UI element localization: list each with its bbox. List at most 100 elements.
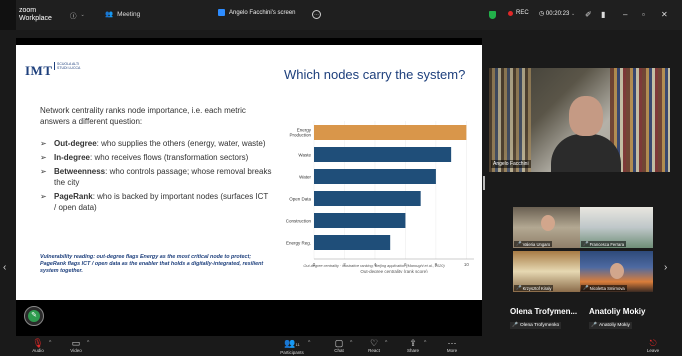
view-icon[interactable]: ▮ bbox=[601, 10, 605, 19]
participant-thumb[interactable]: 🎤 Nicoletta Smirnova bbox=[580, 251, 653, 292]
people-icon: 👥 bbox=[105, 11, 114, 18]
y-tick-label: Water bbox=[299, 175, 311, 180]
arrow-icon: ➢ bbox=[40, 192, 47, 201]
y-tick-label: Construction bbox=[286, 219, 312, 224]
y-tick-label: Energy Reg. bbox=[286, 241, 311, 246]
video-label: Video bbox=[70, 348, 82, 353]
chevron-up-icon[interactable]: ^ bbox=[308, 340, 310, 346]
bookshelf-left bbox=[489, 68, 531, 172]
participant-tag: 🎤 Anatoliy Mokiy bbox=[589, 322, 632, 329]
leave-button[interactable]: ⎋ Leave bbox=[636, 338, 670, 353]
chevron-up-icon[interactable]: ^ bbox=[49, 340, 51, 346]
participant-name: Nicoletta Smirnova bbox=[589, 285, 625, 291]
x-axis-label: Out-degree centrality (rank score) bbox=[360, 269, 428, 273]
maximize-icon[interactable]: ▫ bbox=[642, 10, 645, 19]
panel-resize-handle[interactable] bbox=[483, 176, 485, 190]
audio-button[interactable]: 🎙 Audio ^ bbox=[21, 338, 55, 353]
bullet-text: : who receives flows (transformation sec… bbox=[90, 153, 249, 162]
more-button[interactable]: ⋯ More bbox=[435, 338, 469, 353]
participants-count: 11 bbox=[295, 342, 300, 347]
vulnerability-note: Vulnerability reading: out-degree flags … bbox=[40, 254, 264, 274]
bar bbox=[314, 169, 436, 184]
speaker-head bbox=[569, 96, 603, 136]
participant-name-large[interactable]: Olena Trofymen... bbox=[510, 307, 577, 316]
participant-thumb[interactable]: 🎤 Valeria Ungaro bbox=[513, 207, 586, 248]
zoom-logo: zoom Workplace bbox=[19, 7, 52, 23]
participant-name: Krzysztof Kiraly bbox=[522, 285, 552, 291]
annotate-icon[interactable]: ✐ bbox=[585, 10, 592, 19]
bullet-key: In-degree bbox=[54, 153, 91, 162]
speaker-name: Angelo Facchini bbox=[491, 160, 531, 168]
muted-mic-icon: 🎤 bbox=[512, 323, 518, 328]
participant-thumb[interactable]: 🎤 Krzysztof Kiraly bbox=[513, 251, 586, 292]
app-name-line1: zoom bbox=[19, 7, 37, 14]
video-button[interactable]: ▭ Video ^ bbox=[59, 338, 93, 353]
chevron-up-icon[interactable]: ^ bbox=[424, 340, 426, 346]
meeting-toolbar: 🎙 Audio ^ ▭ Video ^ 👥11 Participants ^ ▢… bbox=[0, 336, 682, 356]
annotate-button[interactable]: ✎ bbox=[24, 306, 44, 326]
arrow-icon: ➢ bbox=[40, 153, 47, 162]
bullet-key: PageRank bbox=[54, 192, 93, 201]
security-shield-icon[interactable] bbox=[489, 11, 496, 19]
more-icon: ⋯ bbox=[447, 338, 457, 348]
timer-text: 00:20:23 bbox=[545, 11, 570, 17]
audio-label: Audio bbox=[32, 348, 44, 353]
bullet-out-degree: ➢ Out-degree: who supplies the others (e… bbox=[40, 138, 272, 149]
chevron-up-icon[interactable]: ^ bbox=[385, 340, 387, 346]
arrow-icon: ➢ bbox=[40, 167, 47, 176]
react-label: React bbox=[368, 348, 380, 353]
chevron-left-icon[interactable]: ‹ bbox=[3, 262, 6, 273]
bar bbox=[314, 235, 391, 250]
chart-caption: Out-degree centrality · illustrative ran… bbox=[303, 264, 445, 268]
presentation-slide: IMT SCUOLA ALTI STUDI LUCCA Which nodes … bbox=[16, 45, 482, 300]
bar bbox=[314, 147, 452, 162]
speaker-video[interactable]: Angelo Facchini bbox=[489, 68, 670, 172]
muted-mic-icon: 🎤 bbox=[591, 323, 597, 328]
minimize-icon[interactable]: – bbox=[623, 10, 627, 19]
view-options-icon[interactable]: … bbox=[312, 10, 321, 19]
bullet-list: ➢ Out-degree: who supplies the others (e… bbox=[40, 138, 272, 216]
participant-name-tag: 🎤 Valeria Ungaro bbox=[514, 241, 553, 247]
participants-label: Participants bbox=[280, 350, 304, 355]
clock-icon: ◷ bbox=[539, 11, 545, 17]
participant-thumb[interactable]: 🎤 Francesca Ferrara bbox=[580, 207, 653, 248]
participant-name-tag: 🎤 Krzysztof Kiraly bbox=[514, 285, 554, 291]
participant-name: Francesca Ferrara bbox=[589, 241, 625, 247]
react-button[interactable]: ♡ React ^ bbox=[357, 338, 391, 353]
chevron-up-icon[interactable]: ^ bbox=[350, 340, 352, 346]
participant-name: Valeria Ungaro bbox=[522, 241, 551, 247]
share-label: Share bbox=[406, 348, 419, 353]
bar bbox=[314, 125, 467, 140]
arrow-icon: ➢ bbox=[40, 139, 47, 148]
bar bbox=[314, 213, 406, 228]
participant-name-tag: 🎤 Francesca Ferrara bbox=[581, 241, 627, 247]
meeting-label: Meeting bbox=[117, 10, 141, 18]
participant-name-large[interactable]: Anatoliy Mokiy bbox=[589, 307, 645, 316]
participants-icon: 👥11 bbox=[284, 338, 300, 348]
share-tab[interactable]: Angelo Facchini's screen bbox=[218, 9, 296, 16]
record-dot-icon bbox=[508, 10, 513, 16]
leave-icon: ⎋ bbox=[649, 338, 657, 348]
imt-logo: IMT bbox=[25, 63, 53, 78]
out-degree-bar-chart: 0 2 4 6 8 10Energy ProductionWasteWaterOpen Da… bbox=[286, 121, 474, 273]
share-button[interactable]: ⇪ Share ^ bbox=[396, 338, 430, 353]
close-icon[interactable]: ✕ bbox=[661, 10, 668, 19]
participant-name-tag: 🎤 Nicoletta Smirnova bbox=[581, 285, 627, 291]
muted-mic-icon: 🎤 bbox=[583, 241, 589, 246]
app-name-line2: Workplace bbox=[19, 15, 52, 22]
bullet-pagerank: ➢ PageRank: who is backed by important n… bbox=[40, 191, 272, 213]
bullet-key: Betweenness bbox=[54, 167, 106, 176]
title-bar: zoom Workplace ⓘ ⌄ 👥 Meeting Angelo Facc… bbox=[0, 0, 682, 30]
bullet-key: Out-degree bbox=[54, 139, 97, 148]
meeting-menu[interactable]: 👥 Meeting bbox=[105, 10, 141, 19]
participants-button[interactable]: 👥11 Participants ^ bbox=[275, 338, 310, 355]
info-icon[interactable]: ⓘ ⌄ bbox=[70, 10, 85, 20]
chevron-up-icon[interactable]: ^ bbox=[87, 340, 89, 346]
bullet-in-degree: ➢ In-degree: who receives flows (transfo… bbox=[40, 152, 272, 163]
chevron-right-icon[interactable]: › bbox=[664, 262, 667, 273]
share-tab-label: Angelo Facchini's screen bbox=[229, 9, 296, 16]
y-tick-label: Energy Production bbox=[289, 128, 311, 138]
recording-indicator[interactable]: REC bbox=[508, 10, 529, 16]
zoom-meeting-window: zoom Workplace ⓘ ⌄ 👥 Meeting Angelo Facc… bbox=[0, 0, 682, 356]
chat-button[interactable]: ▢ Chat ^ bbox=[322, 338, 356, 353]
